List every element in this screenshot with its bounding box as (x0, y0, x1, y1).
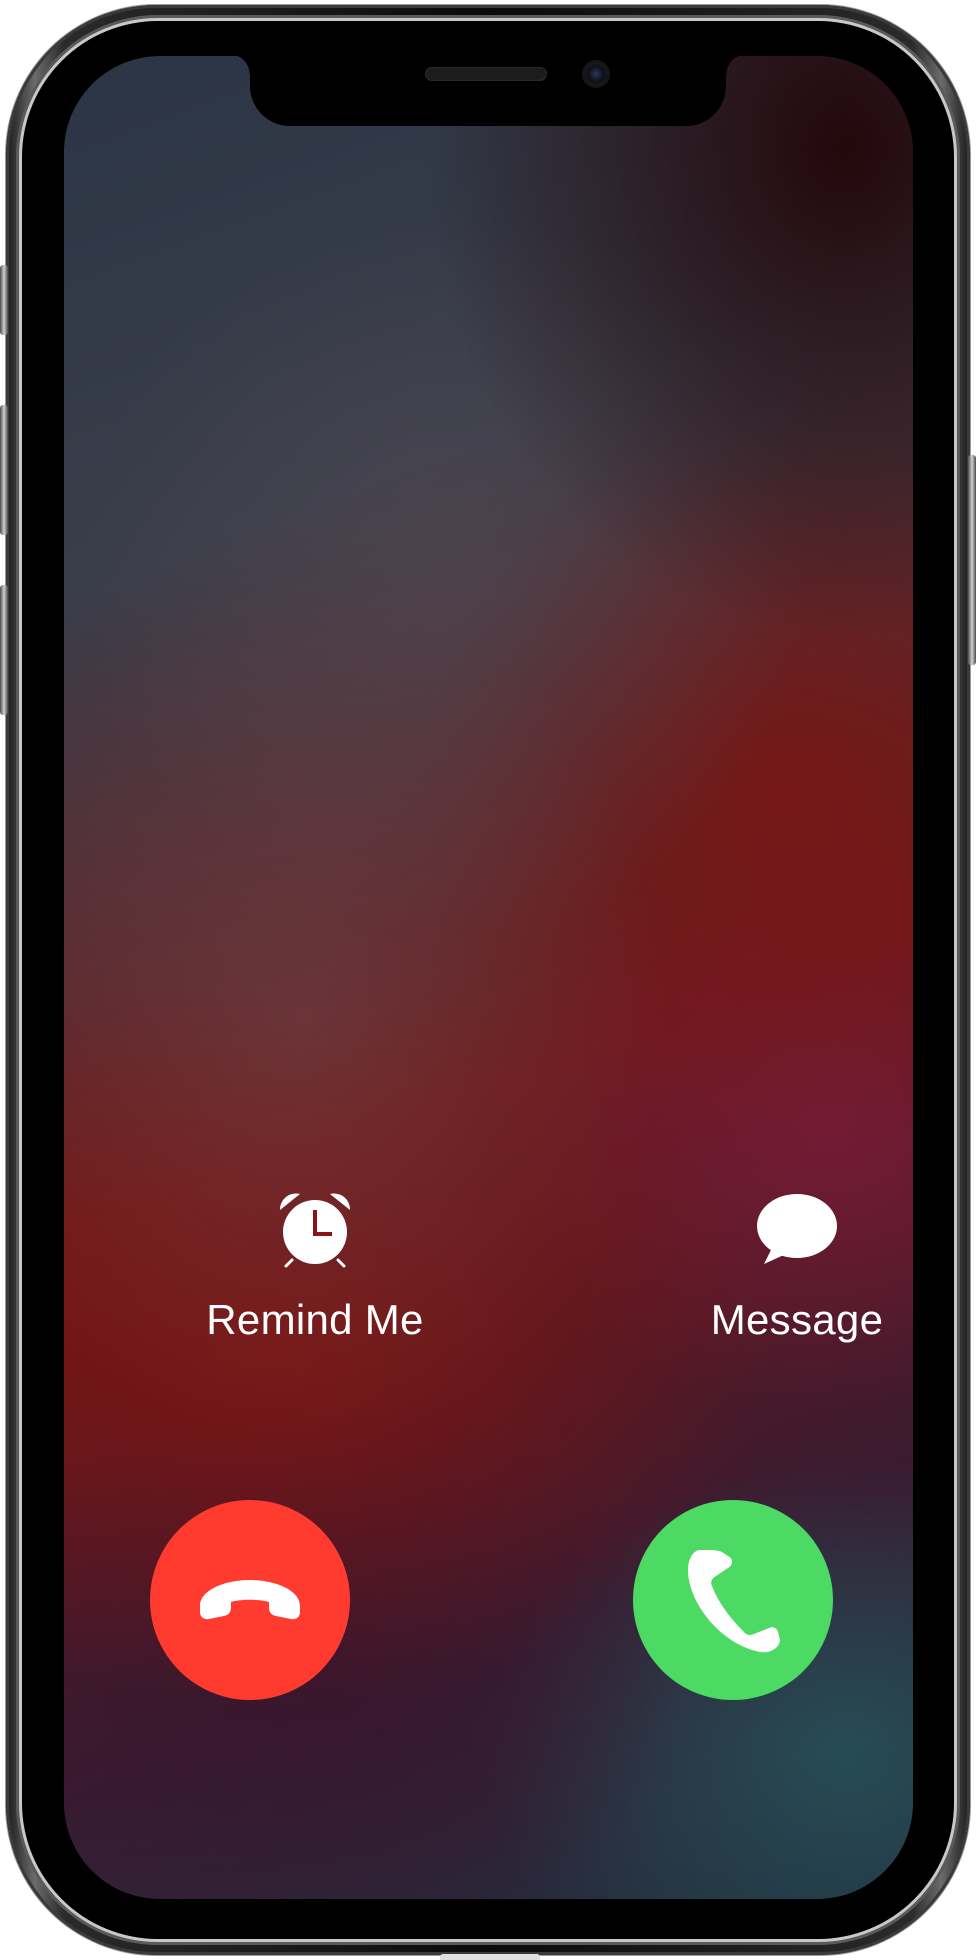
notch (230, 56, 746, 126)
volume-down-button (0, 585, 8, 715)
bottom-edge-highlight (440, 1954, 540, 1960)
message-label: Message (710, 1296, 884, 1343)
alarm-clock-icon (279, 1193, 351, 1268)
message-action[interactable]: Message (667, 1184, 913, 1344)
phone-icon (688, 1550, 780, 1653)
remind-me-label: Remind Me (206, 1296, 424, 1343)
accept-call-button[interactable] (633, 1500, 833, 1700)
volume-up-button (0, 405, 8, 535)
earpiece-speaker (425, 67, 547, 81)
silent-switch (0, 265, 8, 335)
remind-me-action[interactable]: Remind Me (185, 1184, 445, 1344)
speech-bubble-icon (757, 1194, 837, 1264)
incoming-call-screen: Remind Me Message (64, 56, 913, 1899)
phone-hangup-icon (200, 1580, 300, 1620)
decline-call-button[interactable] (150, 1500, 350, 1700)
side-power-button (968, 455, 976, 665)
front-camera (584, 62, 608, 86)
